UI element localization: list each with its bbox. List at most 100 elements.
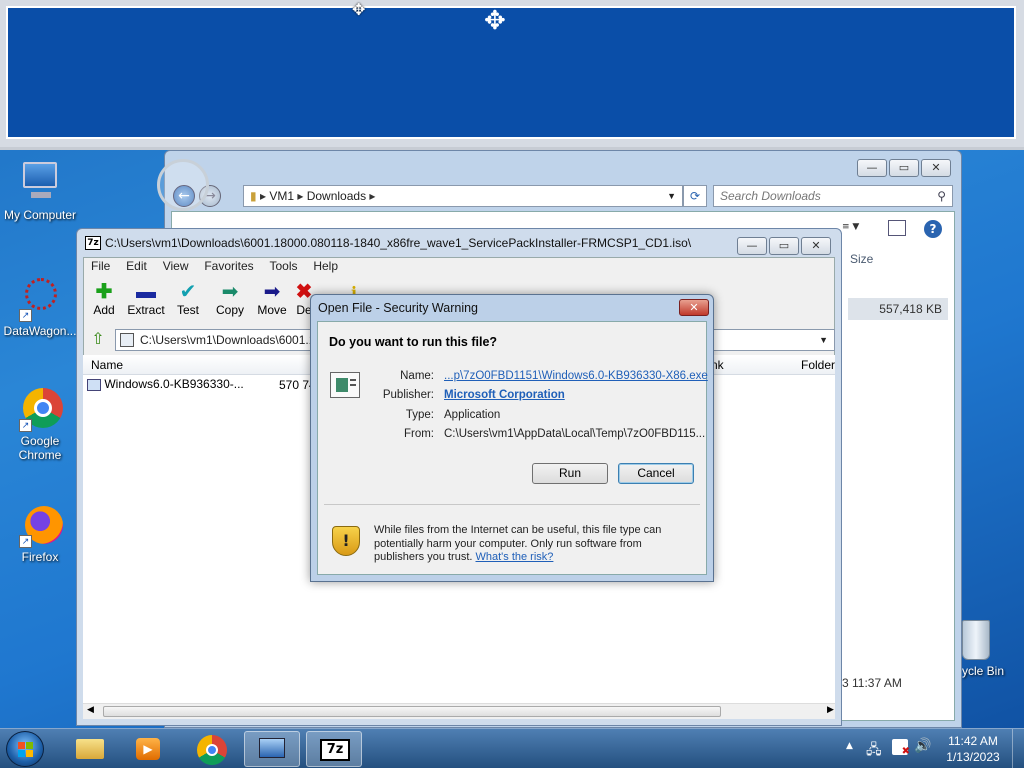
maximize-button[interactable]: ▭ [889,159,919,177]
name-link[interactable]: ...p\7zO0FBD1151\Windows6.0-KB936330-X86… [444,370,708,382]
datawagon-icon: ↗ [17,276,63,322]
action-center-icon[interactable]: ✖ [892,739,910,757]
date-modified-cell: 3 11:37 AM [842,676,902,690]
from-label: From: [403,428,434,440]
clock-date: 1/13/2023 [946,750,1000,764]
menu-edit[interactable]: Edit [126,259,147,273]
top-window-content [6,6,1016,139]
dialog-question: Do you want to run this file? [329,335,498,349]
folder-icon [76,739,104,759]
clock[interactable]: 11:42 AM 1/13/2023 [938,733,1008,765]
scrollbar-thumb[interactable] [103,706,721,717]
type-label: Type: [405,409,434,421]
menu-help[interactable]: Help [313,259,338,273]
desktop-icon-firefox[interactable]: ↗ Firefox [0,502,80,564]
iso-icon [120,333,134,347]
desktop-icon-google-chrome[interactable]: ↗ Google Chrome [0,386,80,462]
move-button[interactable]: ➡ Move [251,281,293,317]
refresh-button[interactable]: ⟳ [683,185,707,207]
show-hidden-icons-button[interactable]: ▲ [846,741,853,751]
menu-view[interactable]: View [163,259,189,273]
whats-the-risk-link[interactable]: What's the risk? [476,551,554,563]
copy-arrow-icon: ➡ [221,281,239,303]
folder-icon: ▮ [250,189,257,203]
file-name-cell: Windows6.0-KB936330-... [104,377,244,391]
close-button[interactable]: ✕ [921,159,951,177]
close-button[interactable]: ✕ [801,237,831,255]
firefox-icon: ↗ [17,502,63,548]
search-icon: ⚲ [937,189,946,203]
add-button[interactable]: ✚ Add [83,281,125,317]
desktop-icon-label: Firefox [21,550,59,564]
shield-warning-icon: ! [332,526,360,556]
shortcut-arrow-icon: ↗ [19,309,32,322]
help-icon[interactable]: ? [924,220,942,238]
taskbar-media-player-button[interactable]: ▶ [120,731,176,767]
from-value: C:\Users\vm1\AppData\Local\Temp\7zO0FBD1… [444,428,706,440]
volume-icon[interactable]: 🔊 [914,738,931,754]
taskbar-explorer-button[interactable] [62,731,118,767]
move-arrow-icon: ➡ [263,281,281,303]
minimize-button[interactable]: — [857,159,887,177]
type-value: Application [444,409,501,421]
clock-time: 11:42 AM [948,734,998,748]
chrome-icon: ↗ [17,386,63,432]
dialog-title: Open File - Security Warning [318,301,479,315]
breadcrumb-downloads[interactable]: Downloads [307,189,366,203]
chevron-down-icon[interactable]: ▼ [819,330,828,350]
table-row[interactable]: Windows6.0-KB936330-... 570 74 [87,377,317,395]
preview-pane-icon[interactable] [888,220,906,236]
scroll-right-icon[interactable]: ▶ [827,705,834,715]
plus-icon: ✚ [95,281,113,303]
shortcut-arrow-icon: ↗ [19,535,32,548]
test-button[interactable]: ✔ Test [167,281,209,317]
taskbar-remote-button[interactable] [244,731,300,767]
scroll-left-icon[interactable]: ◀ [87,705,94,715]
menu-file[interactable]: File [91,259,110,273]
column-name[interactable]: Name [91,358,123,372]
taskbar-chrome-button[interactable] [184,731,240,767]
monitor-icon [259,738,285,758]
minimize-button[interactable]: — [737,237,767,255]
menu-tools[interactable]: Tools [270,259,298,273]
cancel-button[interactable]: Cancel [618,463,694,484]
column-folder[interactable]: Folder [801,358,835,372]
network-icon[interactable]: 🖧 [866,739,882,763]
sevenzip-icon: 7z [320,739,350,761]
desktop-icon-datawagon[interactable]: ↗ DataWagon... [0,276,80,338]
publisher-link[interactable]: Microsoft Corporation [444,389,565,401]
breadcrumb-vm1[interactable]: VM1 [269,189,294,203]
explorer-address-bar[interactable]: ▮ ▸ VM1 ▸ Downloads ▸ ▼ [243,185,683,207]
menu-bar: File Edit View Favorites Tools Help [91,259,350,273]
security-warning-dialog[interactable]: Open File - Security Warning ✕ Do you wa… [310,294,714,582]
extract-button[interactable]: ▬ Extract [125,281,167,317]
dialog-close-button[interactable]: ✕ [679,299,709,316]
copy-button[interactable]: ➡ Copy [209,281,251,317]
media-player-icon: ▶ [136,738,160,760]
file-size-cell: 557,418 KB [848,298,948,320]
taskbar: ▶ 7z ▲ 🖧 ✖ 🔊 11:42 AM 1/13/2023 [0,728,1024,768]
divider [324,504,700,505]
search-input[interactable]: Search Downloads ⚲ [713,185,953,207]
magnifier-icon [157,159,209,211]
horizontal-scrollbar[interactable]: ◀ ▶ [83,703,835,719]
menu-favorites[interactable]: Favorites [204,259,253,273]
run-button[interactable]: Run [532,463,608,484]
computer-icon [17,160,63,206]
move-cursor-icon: ✥ [484,6,506,36]
desktop-icon-label: DataWagon... [3,324,77,338]
taskbar-sevenzip-button[interactable]: 7z [306,731,362,767]
up-folder-icon[interactable]: ⇧ [87,329,109,351]
view-dropdown-icon[interactable]: ≡ ▼ [842,222,859,232]
check-icon: ✔ [179,281,197,303]
chevron-down-icon[interactable]: ▼ [667,186,676,206]
window-title: C:\Users\vm1\Downloads\6001.18000.080118… [105,236,692,250]
minus-icon: ▬ [136,281,156,303]
column-size[interactable]: Size [850,252,873,266]
start-button[interactable] [6,731,44,767]
dialog-body: Do you want to run this file? Name: ...p… [317,321,708,575]
show-desktop-button[interactable] [1012,729,1024,768]
recycle-bin-icon [958,616,1004,662]
maximize-button[interactable]: ▭ [769,237,799,255]
desktop-icon-my-computer[interactable]: My Computer [0,160,80,222]
